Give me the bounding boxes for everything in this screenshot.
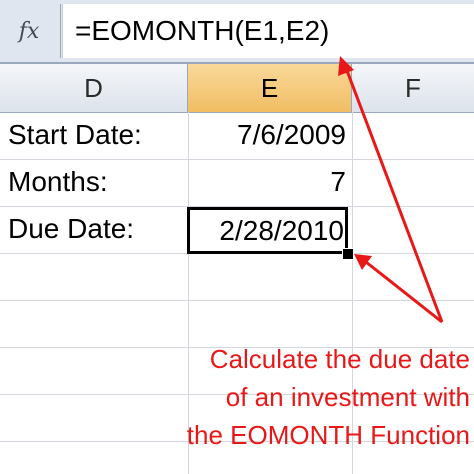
cell-e1[interactable]: 7/6/2009 (188, 112, 346, 158)
annotation-text: Calculate the due date of an investment … (70, 340, 470, 454)
column-header-f[interactable]: F (352, 64, 474, 112)
formula-bar: fx =EOMONTH(E1,E2) (0, 0, 474, 64)
annotation-line: Calculate the due date (209, 344, 470, 374)
fill-handle[interactable] (342, 248, 354, 260)
annotation-line: the EOMONTH Function (186, 420, 470, 450)
column-header-row: D E F (0, 64, 474, 113)
cell-e2[interactable]: 7 (188, 159, 346, 205)
function-icon: fx (18, 18, 40, 44)
annotation-line: of an investment with (225, 382, 470, 412)
column-header-e[interactable]: E (188, 64, 352, 112)
formula-input[interactable]: =EOMONTH(E1,E2) (62, 4, 474, 58)
insert-function-button[interactable]: fx (0, 6, 58, 56)
cell-e3[interactable]: 2/28/2010 (188, 208, 344, 254)
formula-bar-divider (60, 4, 61, 58)
column-header-d[interactable]: D (0, 64, 188, 112)
row-gridline (0, 300, 474, 301)
cell-d2[interactable]: Months: (8, 159, 184, 205)
cell-d1[interactable]: Start Date: (8, 112, 184, 158)
spreadsheet-screenshot: fx =EOMONTH(E1,E2) D E F Start Date: 7/6… (0, 0, 474, 474)
cell-d3[interactable]: Due Date: (8, 206, 184, 252)
